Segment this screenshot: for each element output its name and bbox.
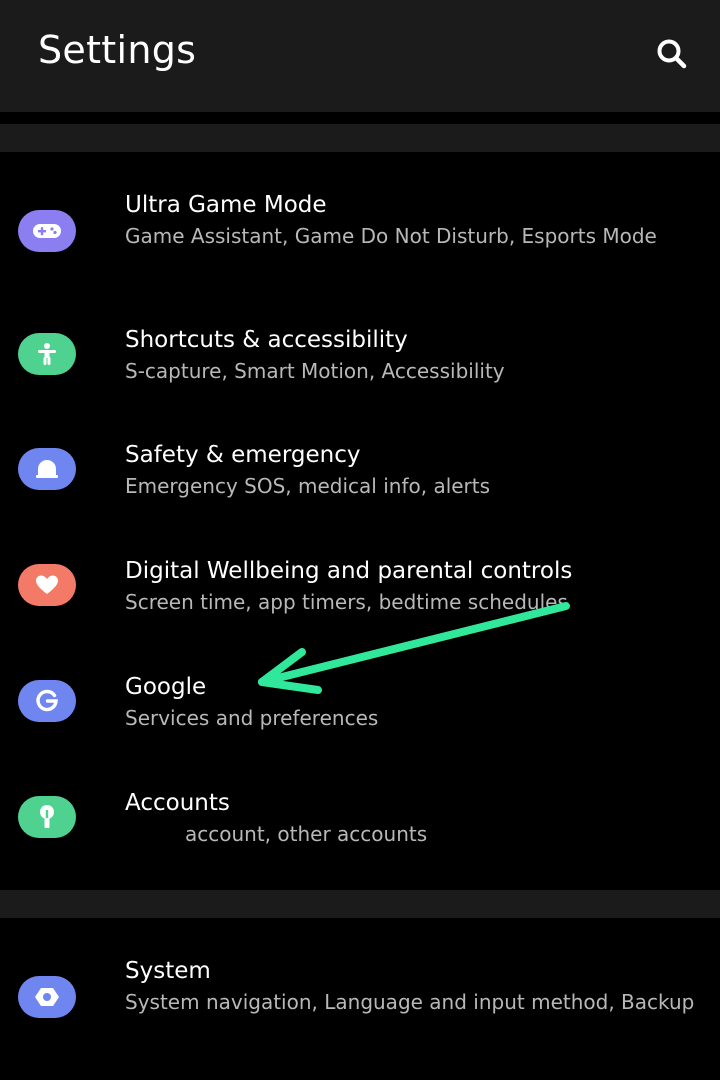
gamepad-icon xyxy=(18,210,76,252)
item-subtitle: Screen time, app timers, bedtime schedul… xyxy=(125,590,568,614)
system-icon xyxy=(18,976,76,1018)
settings-item-safety-emergency[interactable]: Safety & emergency Emergency SOS, medica… xyxy=(0,430,720,520)
item-title: Shortcuts & accessibility xyxy=(125,327,408,353)
accessibility-icon xyxy=(18,333,76,375)
key-icon xyxy=(18,796,76,838)
settings-item-digital-wellbeing[interactable]: Digital Wellbeing and parental controls … xyxy=(0,546,720,636)
item-subtitle: System navigation, Language and input me… xyxy=(125,990,695,1014)
item-subtitle: account, other accounts xyxy=(185,822,428,846)
item-subtitle: Game Assistant, Game Do Not Disturb, Esp… xyxy=(125,224,657,248)
annotation-arrow xyxy=(258,602,570,694)
heart-icon xyxy=(18,564,76,606)
item-title: Ultra Game Mode xyxy=(125,192,327,218)
settings-item-system[interactable]: System System navigation, Language and i… xyxy=(0,946,720,1056)
search-icon xyxy=(657,39,687,69)
item-subtitle: S-capture, Smart Motion, Accessibility xyxy=(125,359,505,383)
item-title: Accounts xyxy=(125,790,230,816)
item-title: System xyxy=(125,958,211,984)
section-divider xyxy=(0,890,720,918)
settings-item-ultra-game-mode[interactable]: Ultra Game Mode Game Assistant, Game Do … xyxy=(0,180,720,290)
section-divider xyxy=(0,124,720,152)
item-title: Digital Wellbeing and parental controls xyxy=(125,558,573,584)
app-bar: Settings xyxy=(0,0,720,112)
page-title: Settings xyxy=(38,28,197,72)
google-icon xyxy=(18,680,76,722)
settings-item-accounts[interactable]: Accounts account, other accounts xyxy=(0,778,720,868)
item-title: Safety & emergency xyxy=(125,442,361,468)
settings-item-shortcuts-accessibility[interactable]: Shortcuts & accessibility S-capture, Sma… xyxy=(0,315,720,405)
item-subtitle: Emergency SOS, medical info, alerts xyxy=(125,474,491,498)
settings-item-google[interactable]: Google Services and preferences xyxy=(0,662,720,752)
emergency-light-icon xyxy=(18,448,76,490)
item-subtitle: Services and preferences xyxy=(125,706,379,730)
item-title: Google xyxy=(125,674,207,700)
search-button[interactable] xyxy=(650,32,694,76)
